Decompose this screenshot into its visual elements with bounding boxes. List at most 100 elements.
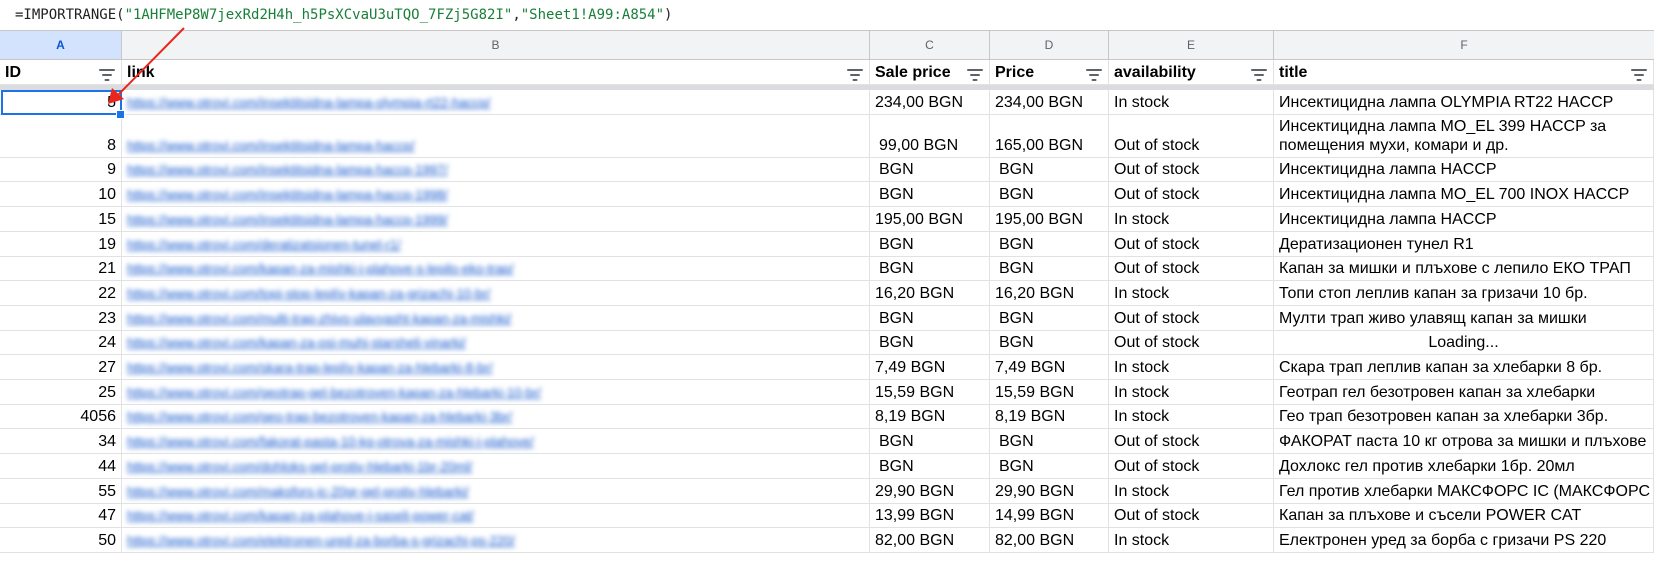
availability-cell[interactable]: Out of stock [1109,182,1274,208]
title-cell[interactable]: Капан за плъхове и съсели POWER CAT [1274,503,1654,529]
link-cell-text[interactable]: https://www.otrovi.com/insektitsidna-lam… [127,138,415,153]
link-cell[interactable]: https://www.otrovi.com/insektitsidna-lam… [122,206,870,232]
header-id[interactable]: ID [0,60,122,85]
title-cell[interactable]: Капан за мишки и плъхове с лепило ЕКО ТР… [1274,256,1654,282]
title-cell[interactable]: Геотрап гел безотровен капан за хлебарки [1274,379,1654,405]
price-cell[interactable]: 15,59 BGN [990,379,1109,405]
price-cell[interactable]: BGN [990,231,1109,257]
availability-cell[interactable]: In stock [1109,478,1274,504]
price-cell[interactable]: BGN [990,453,1109,479]
link-cell[interactable]: https://www.otrovi.com/geo-trap-bezotrov… [122,404,870,430]
link-cell-text[interactable]: https://www.otrovi.com/maksfors-ic-20gr-… [127,484,469,499]
availability-cell[interactable]: In stock [1109,527,1274,553]
id-cell[interactable]: 24 [0,330,122,356]
price-cell[interactable]: BGN [990,305,1109,331]
frozen-row-divider[interactable] [0,85,1654,90]
sale-price-cell[interactable]: BGN [870,330,990,356]
title-cell[interactable]: Инсектицидна лампа HACCP [1274,206,1654,232]
id-cell[interactable]: 23 [0,305,122,331]
link-cell-text[interactable]: https://www.otrovi.com/kapan-za-osi-muhi… [127,335,466,350]
availability-cell[interactable]: Out of stock [1109,503,1274,529]
link-cell[interactable]: https://www.otrovi.com/insektitsidna-lam… [122,114,870,158]
sale-price-cell[interactable]: BGN [870,157,990,183]
id-cell[interactable]: 8 [0,114,122,158]
sale-price-cell[interactable]: BGN [870,453,990,479]
sale-price-cell[interactable]: BGN [870,256,990,282]
link-cell[interactable]: https://www.otrovi.com/topi-stop-leplív-… [122,280,870,306]
link-cell[interactable]: https://www.otrovi.com/insektitsidna-lam… [122,157,870,183]
header-availability[interactable]: availability [1109,60,1274,85]
id-cell[interactable]: 44 [0,453,122,479]
link-cell-text[interactable]: https://www.otrovi.com/geo-trap-bezotrov… [127,409,512,424]
link-cell[interactable]: https://www.otrovi.com/geotrap-gel-bezot… [122,379,870,405]
filter-icon[interactable] [967,65,983,81]
link-cell[interactable]: https://www.otrovi.com/kapan-za-plahove-… [122,503,870,529]
link-cell-text[interactable]: https://www.otrovi.com/multi-trap-zhivo-… [127,311,511,326]
id-cell[interactable]: 47 [0,503,122,529]
sale-price-cell[interactable]: BGN [870,429,990,455]
link-cell[interactable]: https://www.otrovi.com/elektronen-ured-z… [122,527,870,553]
title-cell[interactable]: Loading... [1274,330,1654,356]
column-header-b[interactable]: B [122,31,870,59]
availability-cell[interactable]: Out of stock [1109,330,1274,356]
availability-cell[interactable]: In stock [1109,379,1274,405]
sale-price-cell[interactable]: 13,99 BGN [870,503,990,529]
sale-price-cell[interactable]: 195,00 BGN [870,206,990,232]
price-cell[interactable]: BGN [990,157,1109,183]
sale-price-cell[interactable]: BGN [870,305,990,331]
link-cell-text[interactable]: https://www.otrovi.com/geotrap-gel-bezot… [127,385,541,400]
sale-price-cell[interactable]: 16,20 BGN [870,280,990,306]
link-cell[interactable]: https://www.otrovi.com/skara-trap-leplív… [122,355,870,380]
id-cell[interactable]: 34 [0,429,122,455]
link-cell-text[interactable]: https://www.otrovi.com/dohloks-gel-proti… [127,459,472,474]
filter-icon[interactable] [1631,65,1647,81]
title-cell[interactable]: Инсектицидна лампа MO_EL 399 HACCP за пом… [1274,114,1654,158]
availability-cell[interactable]: In stock [1109,355,1274,380]
column-header-d[interactable]: D [990,31,1109,59]
column-header-a[interactable]: A [0,31,122,59]
link-cell-text[interactable]: https://www.otrovi.com/skara-trap-leplív… [127,360,493,375]
link-cell[interactable]: https://www.otrovi.com/kapan-za-osi-muhi… [122,330,870,356]
availability-cell[interactable]: In stock [1109,404,1274,430]
sale-price-cell[interactable]: 7,49 BGN [870,355,990,380]
column-header-c[interactable]: C [870,31,990,59]
price-cell[interactable]: BGN [990,182,1109,208]
id-cell[interactable]: 21 [0,256,122,282]
availability-cell[interactable]: Out of stock [1109,157,1274,183]
header-sale-price[interactable]: Sale price [870,60,990,85]
link-cell[interactable]: https://www.otrovi.com/dohloks-gel-proti… [122,453,870,479]
id-cell[interactable]: 55 [0,478,122,504]
id-cell[interactable]: 15 [0,206,122,232]
sale-price-cell[interactable]: 29,90 BGN [870,478,990,504]
sale-price-cell[interactable]: 15,59 BGN [870,379,990,405]
id-cell[interactable]: 50 [0,527,122,553]
sale-price-cell[interactable]: 234,00 BGN [870,90,990,115]
column-header-f[interactable]: F [1274,31,1654,59]
link-cell-text[interactable]: https://www.otrovi.com/insektitsidna-lam… [127,187,448,202]
filter-icon[interactable] [847,65,863,81]
header-link[interactable]: link [122,60,870,85]
price-cell[interactable]: 16,20 BGN [990,280,1109,306]
id-cell[interactable]: 4056 [0,404,122,430]
price-cell[interactable]: 82,00 BGN [990,527,1109,553]
filter-icon[interactable] [1086,65,1102,81]
id-cell[interactable]: 5 [0,90,122,115]
id-cell[interactable]: 22 [0,280,122,306]
availability-cell[interactable]: In stock [1109,280,1274,306]
sale-price-cell[interactable]: BGN [870,182,990,208]
title-cell[interactable]: Електронен уред за борба с гризачи PS 22… [1274,527,1654,553]
link-cell[interactable]: https://www.otrovi.com/deratizatsionen-t… [122,231,870,257]
link-cell[interactable]: https://www.otrovi.com/insektitsidna-lam… [122,90,870,115]
link-cell-text[interactable]: https://www.otrovi.com/kapan-za-mishki-i… [127,261,514,276]
id-cell[interactable]: 19 [0,231,122,257]
price-cell[interactable]: BGN [990,256,1109,282]
availability-cell[interactable]: Out of stock [1109,231,1274,257]
availability-cell[interactable]: Out of stock [1109,114,1274,158]
link-cell-text[interactable]: https://www.otrovi.com/kapan-za-plahove-… [127,508,474,523]
price-cell[interactable]: 29,90 BGN [990,478,1109,504]
title-cell[interactable]: Гел против хлебарки МАКСФОРС IC (МАКСФОР… [1274,478,1654,504]
availability-cell[interactable]: Out of stock [1109,429,1274,455]
id-cell[interactable]: 10 [0,182,122,208]
availability-cell[interactable]: In stock [1109,90,1274,115]
title-cell[interactable]: Мулти трап живо улавящ капан за мишки [1274,305,1654,331]
